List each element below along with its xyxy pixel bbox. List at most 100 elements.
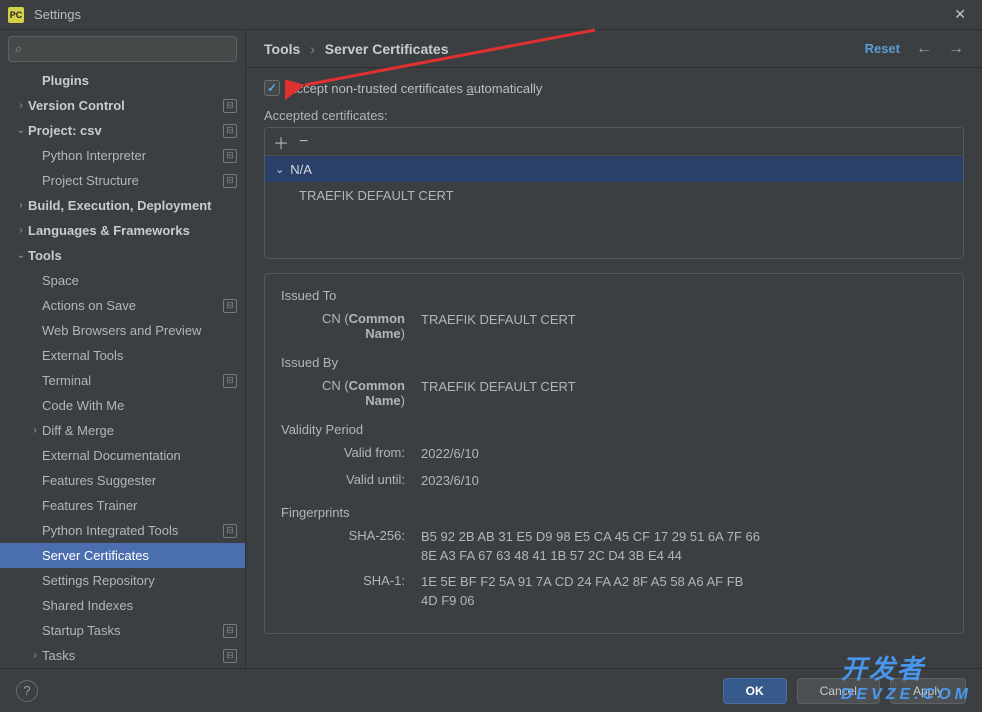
cancel-button[interactable]: Cancel: [797, 678, 880, 704]
modified-icon: ⊟: [223, 149, 237, 163]
expander-icon: ›: [14, 200, 28, 211]
expander-icon: ›: [28, 650, 42, 661]
sidebar-item-tools[interactable]: ⌄Tools: [0, 243, 245, 268]
sidebar-item-python-interpreter[interactable]: Python Interpreter⊟: [0, 143, 245, 168]
cert-group-header[interactable]: ⌄ N/A: [265, 156, 963, 182]
sidebar-item-actions-on-save[interactable]: Actions on Save ⊟: [0, 293, 245, 318]
sidebar-item-plugins[interactable]: Plugins: [0, 68, 245, 93]
sidebar-item-label: Plugins: [42, 73, 237, 88]
issued-by-header: Issued By: [281, 355, 947, 370]
sidebar-item-label: Settings Repository: [42, 573, 237, 588]
issued-by-cn-label: CN (Common Name): [281, 378, 421, 408]
sidebar-item-label: Project: csv: [28, 123, 219, 138]
sha256-label: SHA-256:: [281, 528, 421, 566]
issued-to-cn-value: TRAEFIK DEFAULT CERT: [421, 311, 761, 341]
sidebar-item-features-suggester[interactable]: Features Suggester: [0, 468, 245, 493]
sidebar-item-external-documentation[interactable]: External Documentation: [0, 443, 245, 468]
forward-arrow-icon[interactable]: →: [948, 40, 964, 58]
sidebar-item-label: Python Integrated Tools: [42, 523, 219, 538]
fingerprints-header: Fingerprints: [281, 505, 947, 520]
accepted-certs-panel: ＋ − ⌄ N/A TRAEFIK DEFAULT CERT: [264, 127, 964, 259]
sidebar-item-label: Actions on Save: [42, 298, 219, 313]
sidebar-item-label: Shared Indexes: [42, 598, 237, 613]
sidebar-item-build-execution-deployment[interactable]: ›Build, Execution, Deployment: [0, 193, 245, 218]
sha256-value: B5 92 2B AB 31 E5 D9 98 E5 CA 45 CF 17 2…: [421, 528, 761, 566]
accept-nontrusted-checkbox[interactable]: [264, 80, 280, 96]
breadcrumb-leaf: Server Certificates: [325, 41, 449, 57]
breadcrumb: Tools › Server Certificates: [264, 41, 449, 57]
app-icon: PC: [8, 7, 24, 23]
cert-details-panel: Issued To CN (Common Name) TRAEFIK DEFAU…: [264, 273, 964, 634]
ok-button[interactable]: OK: [723, 678, 787, 704]
expander-icon: ›: [28, 425, 42, 436]
window-title: Settings: [34, 7, 81, 22]
sidebar-item-project-structure[interactable]: Project Structure ⊟: [0, 168, 245, 193]
help-button[interactable]: ?: [16, 680, 38, 702]
modified-icon: ⊟: [223, 524, 237, 538]
search-field[interactable]: [26, 42, 230, 56]
sidebar-item-version-control[interactable]: ›Version Control⊟: [0, 93, 245, 118]
sidebar-item-label: Project Structure: [42, 173, 219, 188]
footer: ? OK Cancel Apply: [0, 668, 982, 712]
modified-icon: ⊟: [223, 624, 237, 638]
modified-icon: ⊟: [223, 174, 237, 188]
close-icon[interactable]: ✕: [946, 2, 974, 27]
sidebar-item-label: Server Certificates: [42, 548, 237, 563]
search-input[interactable]: ⌕: [8, 36, 237, 62]
settings-tree: Plugins›Version Control⊟⌄Project: csv⊟Py…: [0, 68, 245, 668]
accepted-certs-label: Accepted certificates:: [264, 108, 964, 123]
sidebar-item-tasks[interactable]: ›Tasks⊟: [0, 643, 245, 668]
sidebar-item-languages-frameworks[interactable]: ›Languages & Frameworks: [0, 218, 245, 243]
sidebar-item-project-csv[interactable]: ⌄Project: csv ⊟: [0, 118, 245, 143]
sidebar-item-label: Space: [42, 273, 237, 288]
valid-until-value: 2023/6/10: [421, 472, 761, 491]
reset-link[interactable]: Reset: [865, 41, 900, 56]
sidebar-item-terminal[interactable]: Terminal⊟: [0, 368, 245, 393]
valid-until-label: Valid until:: [281, 472, 421, 491]
back-arrow-icon[interactable]: ←: [916, 40, 932, 58]
add-cert-icon[interactable]: ＋: [273, 130, 289, 154]
accept-nontrusted-row[interactable]: Accept non-trusted certificates automati…: [264, 80, 964, 96]
accept-nontrusted-label: Accept non-trusted certificates automati…: [288, 81, 542, 96]
modified-icon: ⊟: [223, 374, 237, 388]
modified-icon: ⊟: [223, 99, 237, 113]
sidebar-item-shared-indexes[interactable]: Shared Indexes: [0, 593, 245, 618]
modified-icon: ⊟: [223, 124, 237, 138]
sidebar-item-external-tools[interactable]: External Tools: [0, 343, 245, 368]
sidebar-item-label: Tools: [28, 248, 237, 263]
sidebar-item-label: Features Trainer: [42, 498, 237, 513]
valid-from-value: 2022/6/10: [421, 445, 761, 464]
sidebar-item-space[interactable]: Space: [0, 268, 245, 293]
sidebar-item-code-with-me[interactable]: Code With Me: [0, 393, 245, 418]
sidebar-item-settings-repository[interactable]: Settings Repository: [0, 568, 245, 593]
sidebar-item-label: Diff & Merge: [42, 423, 237, 438]
expander-icon: ⌄: [14, 125, 28, 136]
breadcrumb-root[interactable]: Tools: [264, 41, 300, 57]
main-panel: Tools › Server Certificates Reset ← → Ac…: [246, 30, 982, 668]
sidebar-item-diff-merge[interactable]: ›Diff & Merge: [0, 418, 245, 443]
sidebar-item-label: Code With Me: [42, 398, 237, 413]
modified-icon: ⊟: [223, 649, 237, 663]
sidebar-item-label: Version Control: [28, 98, 219, 113]
sidebar-item-server-certificates[interactable]: Server Certificates: [0, 543, 245, 568]
sidebar-item-label: External Documentation: [42, 448, 237, 463]
sidebar-item-features-trainer[interactable]: Features Trainer: [0, 493, 245, 518]
issued-to-cn-label: CN (Common Name): [281, 311, 421, 341]
issued-to-header: Issued To: [281, 288, 947, 303]
content-area: Accept non-trusted certificates automati…: [246, 68, 982, 668]
apply-button[interactable]: Apply: [890, 678, 966, 704]
modified-icon: ⊟: [223, 299, 237, 313]
sha1-label: SHA-1:: [281, 573, 421, 611]
titlebar: PC Settings ✕: [0, 0, 982, 30]
sidebar-item-python-integrated-tools[interactable]: Python Integrated Tools ⊟: [0, 518, 245, 543]
remove-cert-icon[interactable]: −: [299, 133, 308, 151]
sidebar-item-label: Build, Execution, Deployment: [28, 198, 237, 213]
cert-row[interactable]: TRAEFIK DEFAULT CERT: [265, 182, 963, 208]
sidebar-item-label: External Tools: [42, 348, 237, 363]
validity-header: Validity Period: [281, 422, 947, 437]
main-header: Tools › Server Certificates Reset ← →: [246, 30, 982, 68]
sidebar-item-web-browsers-and-preview[interactable]: Web Browsers and Preview: [0, 318, 245, 343]
sidebar-item-startup-tasks[interactable]: Startup Tasks⊟: [0, 618, 245, 643]
issued-by-cn-value: TRAEFIK DEFAULT CERT: [421, 378, 761, 408]
sha1-value: 1E 5E BF F2 5A 91 7A CD 24 FA A2 8F A5 5…: [421, 573, 761, 611]
